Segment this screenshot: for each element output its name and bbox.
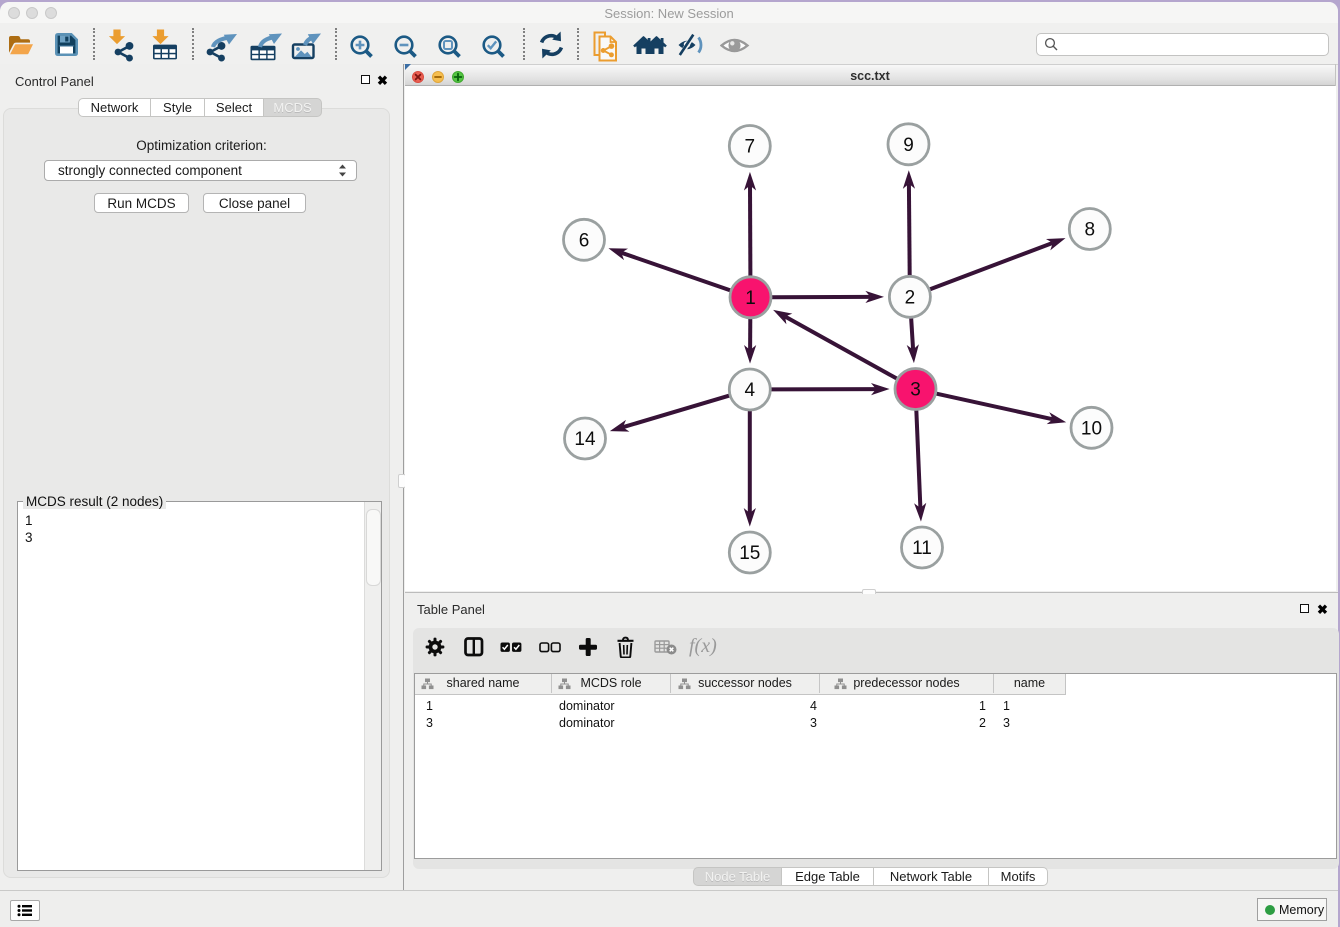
svg-text:1: 1 bbox=[745, 288, 756, 309]
svg-text:11: 11 bbox=[912, 538, 932, 559]
svg-text:9: 9 bbox=[903, 135, 914, 156]
svg-text:7: 7 bbox=[745, 137, 756, 158]
svg-text:3: 3 bbox=[910, 380, 921, 401]
svg-text:6: 6 bbox=[579, 230, 590, 251]
svg-text:8: 8 bbox=[1085, 220, 1096, 241]
svg-text:14: 14 bbox=[574, 429, 596, 450]
svg-text:4: 4 bbox=[745, 380, 756, 401]
svg-text:10: 10 bbox=[1081, 418, 1102, 439]
svg-text:15: 15 bbox=[739, 543, 760, 564]
svg-text:2: 2 bbox=[905, 287, 916, 308]
